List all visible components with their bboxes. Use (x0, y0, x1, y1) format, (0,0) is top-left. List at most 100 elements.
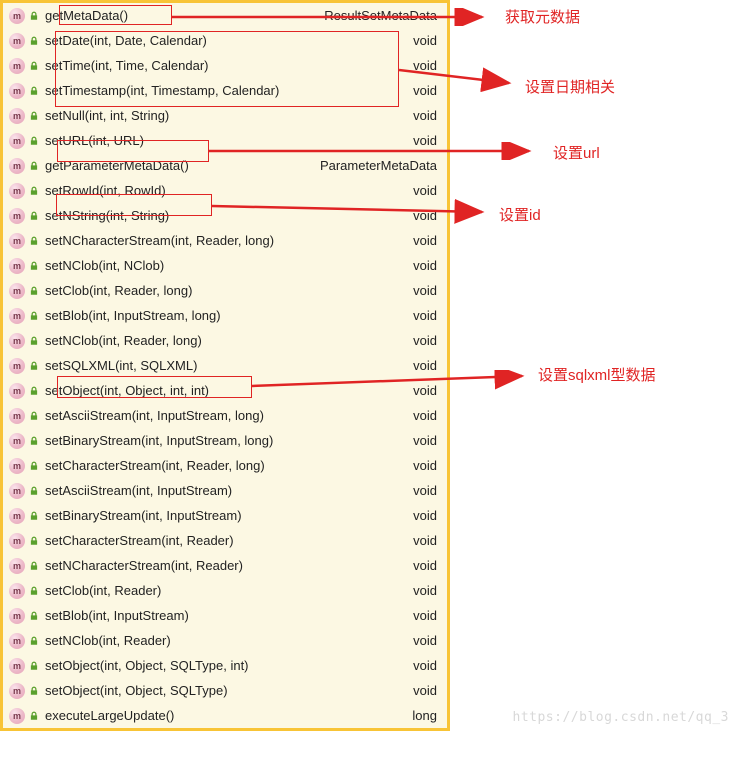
method-row[interactable]: msetTime(int, Time, Calendar)void (3, 53, 447, 78)
lock-icon (29, 286, 39, 296)
lock-icon (29, 111, 39, 121)
return-type: void (413, 33, 441, 48)
method-name: setAsciiStream(int, InputStream, long) (45, 408, 413, 423)
return-type: void (413, 508, 441, 523)
method-row[interactable]: msetBlob(int, InputStream, long)void (3, 303, 447, 328)
return-type: void (413, 258, 441, 273)
lock-icon (29, 136, 39, 146)
lock-icon (29, 311, 39, 321)
method-name: setBinaryStream(int, InputStream, long) (45, 433, 413, 448)
method-name: setBlob(int, InputStream) (45, 608, 413, 623)
method-row[interactable]: msetURL(int, URL)void (3, 128, 447, 153)
method-name: setObject(int, Object, SQLType) (45, 683, 413, 698)
annotation-text: 设置sqlxml型数据 (538, 364, 656, 385)
method-icon: m (9, 633, 25, 649)
lock-icon (29, 611, 39, 621)
method-icon: m (9, 433, 25, 449)
method-name: setObject(int, Object, SQLType, int) (45, 658, 413, 673)
lock-icon (29, 236, 39, 246)
method-row[interactable]: msetClob(int, Reader, long)void (3, 278, 447, 303)
method-icon: m (9, 8, 25, 24)
method-row[interactable]: msetNCharacterStream(int, Reader)void (3, 553, 447, 578)
method-icon: m (9, 158, 25, 174)
method-row[interactable]: msetClob(int, Reader)void (3, 578, 447, 603)
return-type: ParameterMetaData (320, 158, 441, 173)
method-icon: m (9, 33, 25, 49)
method-icon: m (9, 558, 25, 574)
lock-icon (29, 436, 39, 446)
method-icon: m (9, 108, 25, 124)
return-type: void (413, 383, 441, 398)
method-row[interactable]: msetNCharacterStream(int, Reader, long)v… (3, 228, 447, 253)
method-row[interactable]: msetTimestamp(int, Timestamp, Calendar)v… (3, 78, 447, 103)
method-row[interactable]: msetObject(int, Object, SQLType)void (3, 678, 447, 703)
return-type: void (413, 133, 441, 148)
method-row[interactable]: msetNClob(int, Reader)void (3, 628, 447, 653)
return-type: void (413, 233, 441, 248)
method-name: setSQLXML(int, SQLXML) (45, 358, 413, 373)
method-name: setTime(int, Time, Calendar) (45, 58, 413, 73)
method-name: getParameterMetaData() (45, 158, 320, 173)
lock-icon (29, 511, 39, 521)
method-icon: m (9, 283, 25, 299)
lock-icon (29, 186, 39, 196)
method-row[interactable]: m setBinaryStream(int, InputStream, long)… (3, 428, 447, 453)
return-type: void (413, 633, 441, 648)
method-name: setAsciiStream(int, InputStream) (45, 483, 413, 498)
method-row[interactable]: msetNClob(int, NClob)void (3, 253, 447, 278)
method-row[interactable]: m setNull(int, int, String)void (3, 103, 447, 128)
method-row[interactable]: msetBinaryStream(int, InputStream)void (3, 503, 447, 528)
return-type: void (413, 408, 441, 423)
method-name: setObject(int, Object, int, int) (45, 383, 413, 398)
method-name: setTimestamp(int, Timestamp, Calendar) (45, 83, 413, 98)
method-row[interactable]: msetNClob(int, Reader, long)void (3, 328, 447, 353)
method-row[interactable]: m setAsciiStream(int, InputStream, long)v… (3, 403, 447, 428)
method-row[interactable]: msetNString(int, String)void (3, 203, 447, 228)
method-row[interactable]: msetDate(int, Date, Calendar)void (3, 28, 447, 53)
return-type: void (413, 458, 441, 473)
lock-icon (29, 561, 39, 571)
method-icon: m (9, 483, 25, 499)
method-row[interactable]: msetObject(int, Object, SQLType, int)voi… (3, 653, 447, 678)
method-row[interactable]: m getParameterMetaData()ParameterMetaData (3, 153, 447, 178)
return-type: void (413, 108, 441, 123)
method-name: setClob(int, Reader) (45, 583, 413, 598)
method-icon: m (9, 408, 25, 424)
method-icon: m (9, 533, 25, 549)
return-type: void (413, 533, 441, 548)
lock-icon (29, 586, 39, 596)
lock-icon (29, 211, 39, 221)
method-name: executeLargeUpdate() (45, 708, 412, 723)
method-row[interactable]: m executeLargeUpdate()long (3, 703, 447, 728)
lock-icon (29, 536, 39, 546)
return-type: long (412, 708, 441, 723)
method-icon: m (9, 183, 25, 199)
method-row[interactable]: msetBlob(int, InputStream)void (3, 603, 447, 628)
method-row[interactable]: m setObject(int, Object, int, int)void (3, 378, 447, 403)
annotation-text: 设置id (499, 204, 541, 225)
method-icon: m (9, 208, 25, 224)
method-row[interactable]: msetCharacterStream(int, Reader)void (3, 528, 447, 553)
method-row[interactable]: msetCharacterStream(int, Reader, long)vo… (3, 453, 447, 478)
lock-icon (29, 686, 39, 696)
method-row[interactable]: m setSQLXML(int, SQLXML)void (3, 353, 447, 378)
method-name: setNull(int, int, String) (45, 108, 413, 123)
watermark-text: https://blog.csdn.net/qq_3 (513, 710, 730, 725)
method-icon: m (9, 658, 25, 674)
method-icon: m (9, 383, 25, 399)
lock-icon (29, 261, 39, 271)
method-icon: m (9, 358, 25, 374)
lock-icon (29, 336, 39, 346)
annotation-text: 获取元数据 (505, 6, 580, 27)
lock-icon (29, 386, 39, 396)
method-name: setNString(int, String) (45, 208, 413, 223)
return-type: void (413, 358, 441, 373)
method-row[interactable]: mgetMetaData()ResultSetMetaData (3, 3, 447, 28)
method-row[interactable]: msetRowId(int, RowId)void (3, 178, 447, 203)
method-name: setNClob(int, NClob) (45, 258, 413, 273)
method-row[interactable]: msetAsciiStream(int, InputStream)void (3, 478, 447, 503)
method-name: setNClob(int, Reader, long) (45, 333, 413, 348)
method-icon: m (9, 708, 25, 724)
method-name: setURL(int, URL) (45, 133, 413, 148)
annotation-text: 设置日期相关 (525, 76, 615, 97)
